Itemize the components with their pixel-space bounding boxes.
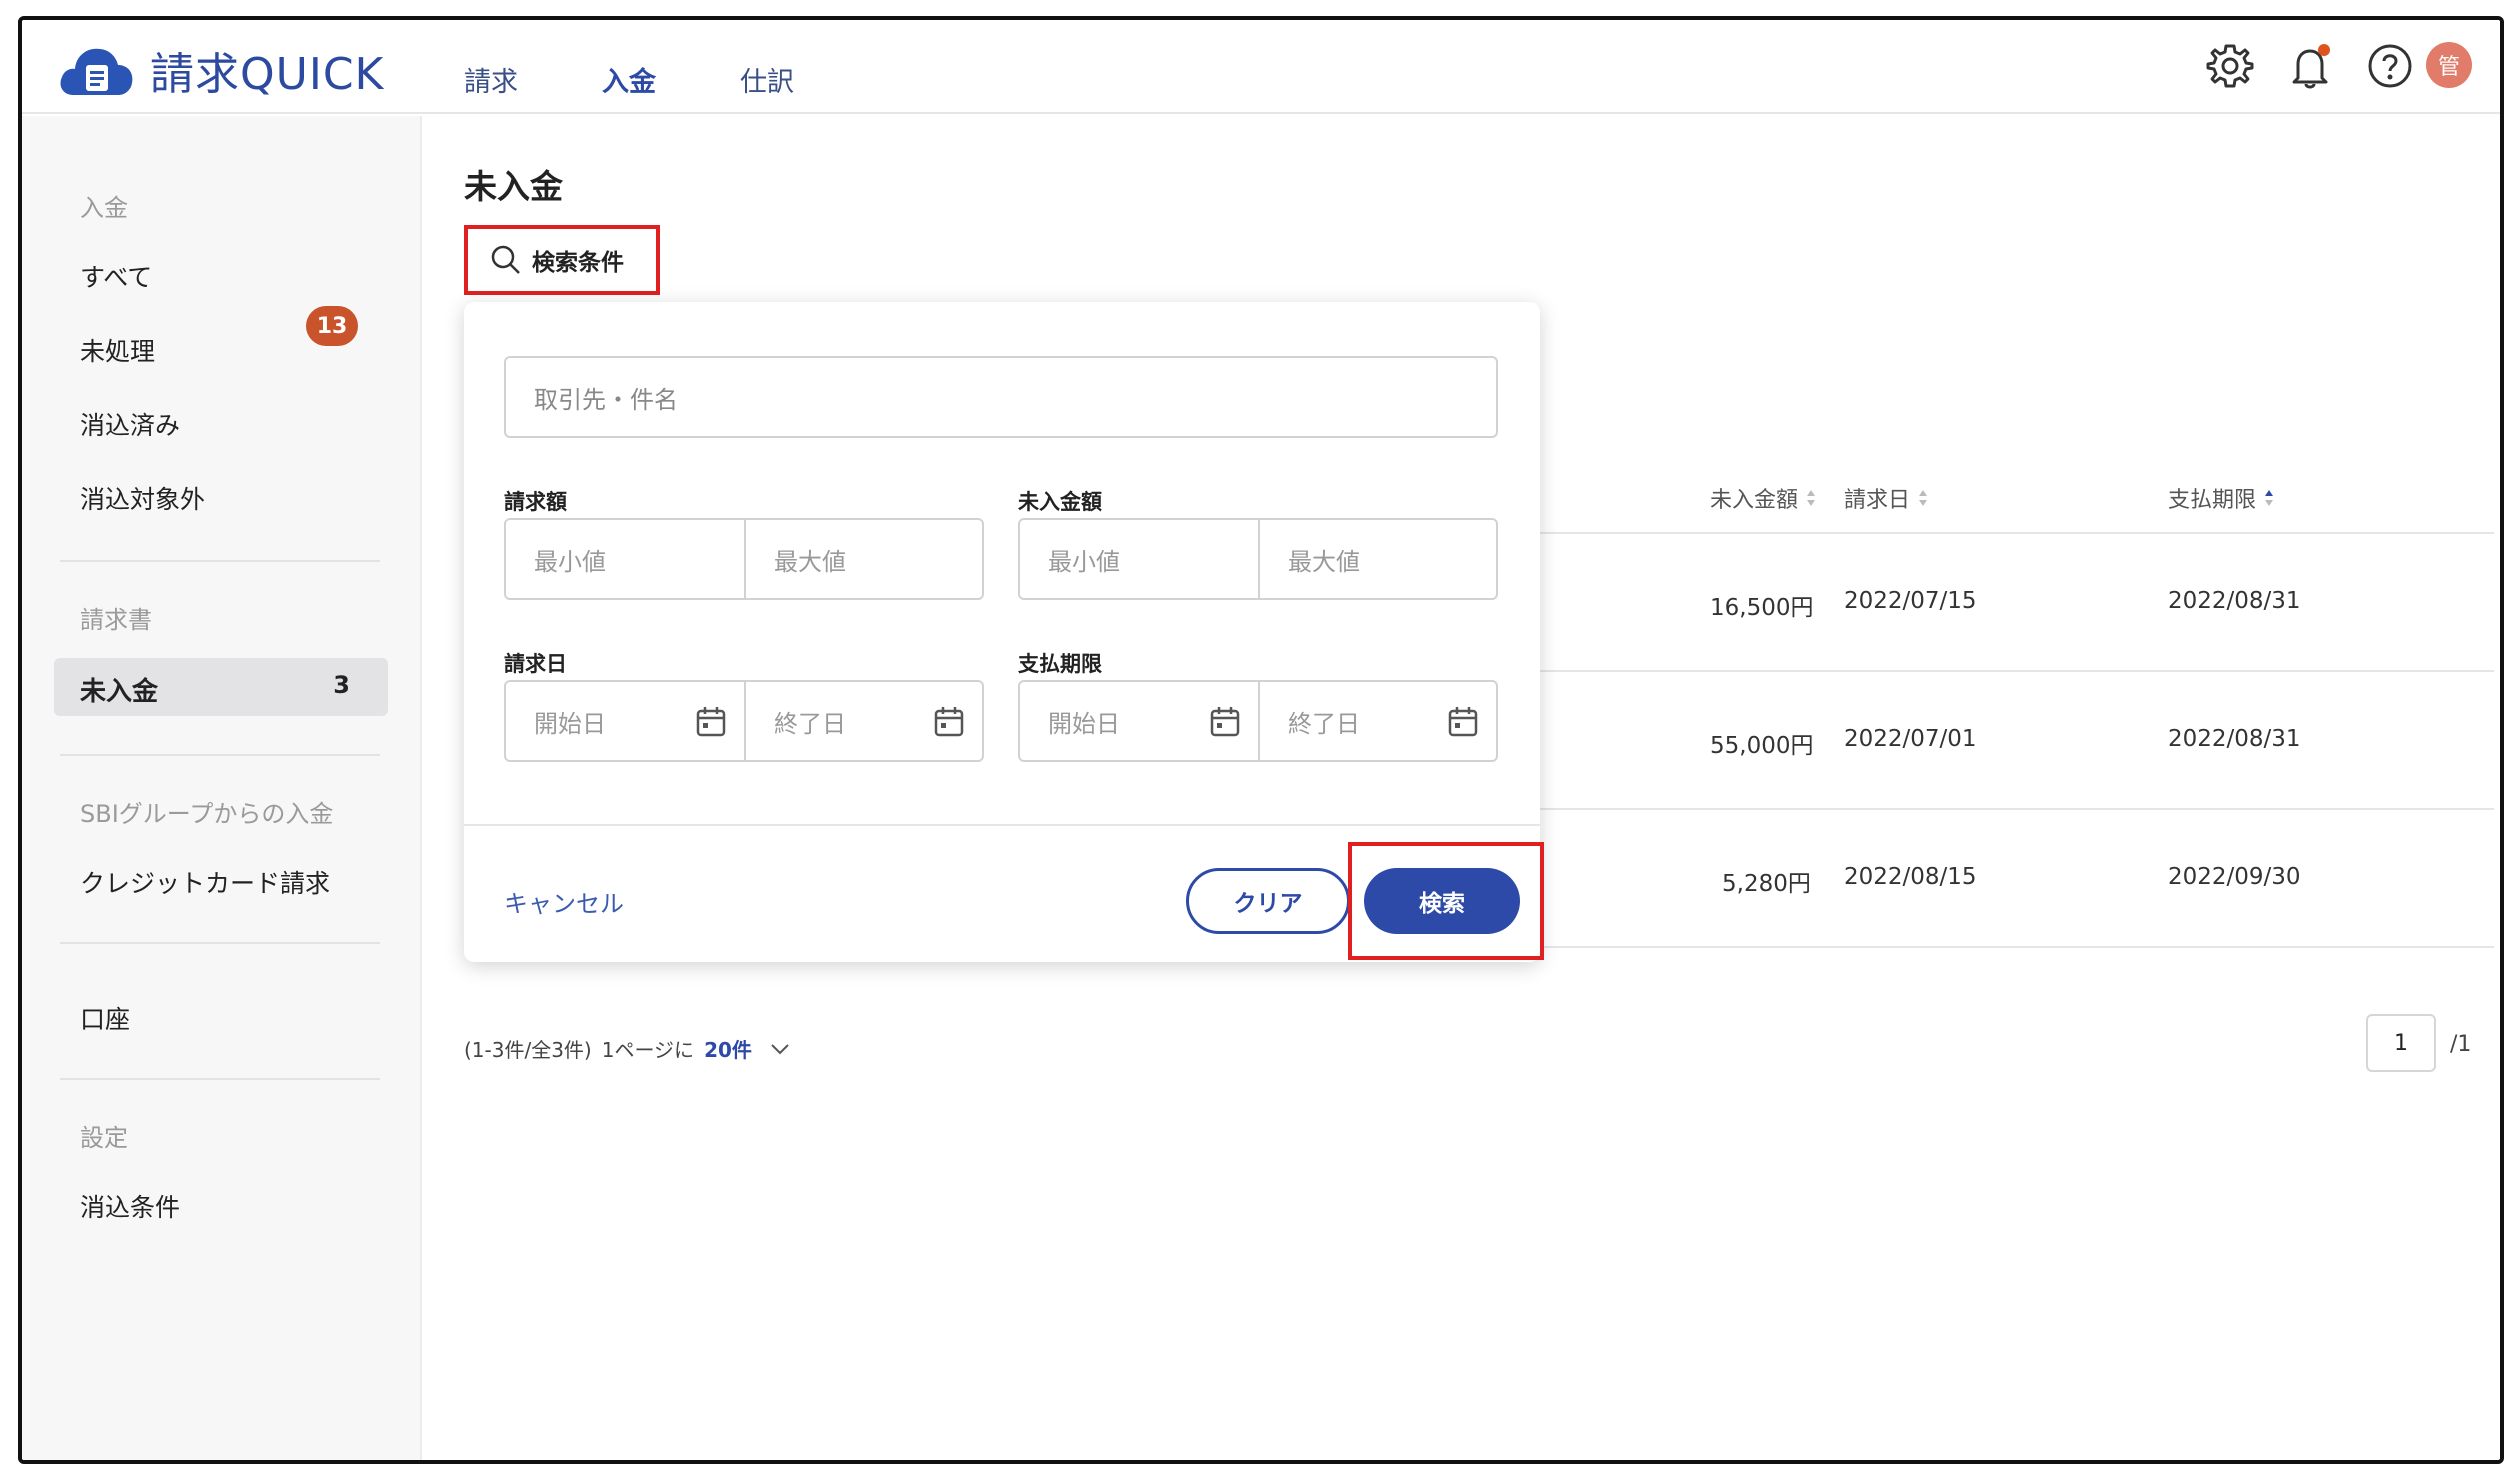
sort-asc-icon [2265, 490, 2274, 506]
sort-icon [1807, 490, 1816, 506]
table-row-divider [1532, 946, 2494, 948]
sidebar-group-payment: 入金 [80, 194, 128, 222]
due-date-range-fields: 開始日 終了日 [1018, 680, 1498, 762]
cloud-document-icon [60, 48, 133, 95]
calendar-icon[interactable] [934, 706, 964, 738]
amount-min-input[interactable]: 最小値 [506, 520, 744, 598]
search-conditions-toggle[interactable]: 検索条件 [464, 225, 660, 295]
sidebar-item-unprocessed[interactable]: 未処理 [80, 332, 155, 368]
sidebar-item-label: 未入金 [80, 677, 159, 707]
app-name: 請求QUICK [150, 49, 385, 100]
page-number-input[interactable]: 1 [2366, 1014, 2436, 1072]
cell-due-date: 2022/08/31 [2168, 726, 2301, 752]
sidebar-item-excluded[interactable]: 消込対象外 [80, 480, 205, 516]
cell-unpaid-amount: 55,000円 [1710, 733, 1814, 759]
app-window: 請求QUICK 請求 入金 仕訳 管 入金 すべて 未処理 13 消込済み 消込… [18, 16, 2504, 1464]
help-icon[interactable] [2364, 40, 2416, 92]
sidebar-item-credit-card[interactable]: クレジットカード請求 [80, 864, 330, 900]
clear-button[interactable]: クリア [1186, 868, 1350, 934]
start-date-placeholder: 開始日 [1048, 709, 1120, 738]
per-page-select[interactable]: 20件 [704, 1034, 752, 1063]
column-header-label: 支払期限 [2168, 488, 2257, 513]
nav-item-payment[interactable]: 入金 [602, 60, 656, 99]
due-date-end-input[interactable]: 終了日 [1258, 682, 1496, 760]
unpaid-amount-min-input[interactable]: 最小値 [1020, 520, 1258, 598]
invoice-date-start-input[interactable]: 開始日 [506, 682, 744, 760]
search-icon [491, 245, 520, 274]
pagination-summary: (1-3件/全3件) 1ページに 20件 [464, 1034, 790, 1063]
sidebar-item-reconciled[interactable]: 消込済み [80, 406, 180, 442]
app-logo[interactable]: 請求QUICK [58, 38, 384, 102]
sidebar-divider [60, 560, 380, 562]
calendar-icon[interactable] [696, 706, 726, 738]
chevron-down-icon[interactable] [770, 1043, 790, 1055]
sidebar-group-sbi[interactable]: SBIグループからの入金 [80, 794, 333, 829]
search-button[interactable]: 検索 [1364, 868, 1520, 934]
cell-unpaid-amount: 5,280円 [1722, 871, 1811, 897]
amount-range-fields: 最小値 最大値 [504, 518, 984, 600]
sidebar-item-account[interactable]: 口座 [80, 1000, 130, 1036]
search-conditions-panel: 取引先・件名 請求額 最小値 最大値 未入金額 最小値 最大値 請求日 開始日 [464, 302, 1544, 962]
column-header-invoice-date[interactable]: 請求日 [1844, 482, 1928, 514]
due-date-filter-label: 支払期限 [1018, 652, 1102, 676]
cell-due-date: 2022/09/30 [2168, 864, 2301, 890]
invoice-date-range-fields: 開始日 終了日 [504, 680, 984, 762]
table-header-divider [1532, 532, 2494, 534]
page-title: 未入金 [464, 167, 563, 206]
unpaid-count: 3 [333, 671, 350, 699]
keyword-search-input[interactable]: 取引先・件名 [504, 356, 1498, 438]
unprocessed-count-badge: 13 [306, 306, 358, 346]
top-bar: 請求QUICK 請求 入金 仕訳 管 [22, 20, 2500, 114]
sidebar-divider [60, 942, 380, 944]
sidebar-divider [60, 1078, 380, 1080]
column-header-label: 未入金額 [1710, 488, 1799, 513]
cell-invoice-date: 2022/07/15 [1844, 588, 1977, 614]
invoice-date-filter-label: 請求日 [504, 652, 567, 676]
cell-invoice-date: 2022/08/15 [1844, 864, 1977, 890]
result-count: (1-3件/全3件) [464, 1038, 592, 1062]
amount-max-input[interactable]: 最大値 [744, 520, 982, 598]
cancel-link[interactable]: キャンセル [504, 884, 624, 919]
end-date-placeholder: 終了日 [1288, 709, 1360, 738]
gear-icon[interactable] [2204, 40, 2256, 92]
amount-filter-label: 請求額 [504, 490, 567, 514]
table-row-divider [1532, 670, 2494, 672]
sidebar: 入金 すべて 未処理 13 消込済み 消込対象外 請求書 未入金 3 SBIグル… [22, 116, 422, 1460]
search-toggle-label: 検索条件 [532, 250, 624, 276]
end-date-placeholder: 終了日 [774, 709, 846, 738]
cell-invoice-date: 2022/07/01 [1844, 726, 1977, 752]
due-date-start-input[interactable]: 開始日 [1020, 682, 1258, 760]
cell-unpaid-amount: 16,500円 [1710, 595, 1814, 621]
column-header-label: 請求日 [1844, 488, 1911, 513]
sidebar-item-reconcile-rules[interactable]: 消込条件 [80, 1188, 180, 1224]
page-total: /1 [2450, 1032, 2472, 1057]
sidebar-divider [60, 754, 380, 756]
cell-due-date: 2022/08/31 [2168, 588, 2301, 614]
panel-divider [464, 824, 1540, 826]
column-header-unpaid-amount[interactable]: 未入金額 [1710, 482, 1816, 514]
sidebar-item-all[interactable]: すべて [80, 258, 152, 294]
sidebar-item-unpaid[interactable]: 未入金 3 [54, 658, 388, 716]
nav-item-journal[interactable]: 仕訳 [740, 60, 794, 99]
unpaid-amount-filter-label: 未入金額 [1018, 490, 1102, 514]
main-nav: 請求 入金 仕訳 [464, 60, 878, 99]
user-avatar[interactable]: 管 [2426, 42, 2472, 88]
bell-icon[interactable] [2284, 40, 2336, 92]
unpaid-amount-range-fields: 最小値 最大値 [1018, 518, 1498, 600]
calendar-icon[interactable] [1448, 706, 1478, 738]
calendar-icon[interactable] [1210, 706, 1240, 738]
nav-item-invoice[interactable]: 請求 [464, 60, 518, 99]
sort-icon [1919, 490, 1928, 506]
column-header-due-date[interactable]: 支払期限 [2168, 482, 2274, 514]
per-page-label: 1ページに [601, 1038, 695, 1062]
sidebar-group-settings: 設定 [80, 1124, 128, 1152]
sidebar-group-invoice: 請求書 [80, 606, 152, 634]
invoice-date-end-input[interactable]: 終了日 [744, 682, 982, 760]
start-date-placeholder: 開始日 [534, 709, 606, 738]
unpaid-amount-max-input[interactable]: 最大値 [1258, 520, 1496, 598]
table-row-divider [1532, 808, 2494, 810]
